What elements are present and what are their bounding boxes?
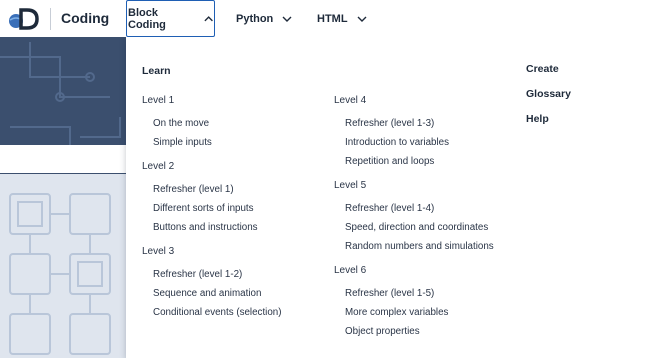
- nav-html[interactable]: HTML: [317, 0, 368, 37]
- create-link[interactable]: Create: [526, 63, 559, 75]
- menu-link[interactable]: Buttons and instructions: [153, 222, 258, 233]
- level-1-title: Level 1: [142, 95, 175, 106]
- menu-link[interactable]: Sequence and animation: [153, 288, 261, 299]
- level-4-title: Level 4: [334, 95, 367, 106]
- learn-heading: Learn: [142, 65, 171, 77]
- brand-title[interactable]: Coding: [61, 10, 109, 26]
- menu-link[interactable]: Refresher (level 1-2): [153, 269, 242, 280]
- chevron-down-icon: [357, 16, 367, 22]
- level-6-title: Level 6: [334, 265, 367, 276]
- menu-link[interactable]: Object properties: [345, 326, 420, 337]
- block-coding-dropdown: Learn Level 1 On the move Simple inputs …: [126, 37, 654, 358]
- header-divider: [50, 8, 51, 30]
- menu-link[interactable]: Simple inputs: [153, 137, 212, 148]
- glossary-link[interactable]: Glossary: [526, 88, 571, 100]
- discovery-globe-logo-icon[interactable]: [8, 8, 40, 30]
- menu-link[interactable]: Introduction to variables: [345, 137, 449, 148]
- nav-block-coding[interactable]: Block Coding: [126, 0, 215, 37]
- menu-link[interactable]: Refresher (level 1-4): [345, 203, 434, 214]
- menu-link[interactable]: Refresher (level 1-3): [345, 118, 434, 129]
- nav-block-coding-label: Block Coding: [128, 6, 166, 31]
- chevron-down-icon: [282, 16, 292, 22]
- menu-link[interactable]: Different sorts of inputs: [153, 203, 254, 214]
- chevron-up-icon: [204, 15, 213, 21]
- menu-link[interactable]: Speed, direction and coordinates: [345, 222, 488, 233]
- menu-link[interactable]: More complex variables: [345, 307, 448, 318]
- menu-link[interactable]: On the move: [153, 118, 209, 129]
- top-navigation-bar: Coding Block Coding Python HTML: [0, 0, 654, 37]
- menu-link[interactable]: Refresher (level 1-5): [345, 288, 434, 299]
- menu-link[interactable]: Random numbers and simulations: [345, 241, 494, 252]
- menu-link[interactable]: Refresher (level 1): [153, 184, 234, 195]
- nav-python[interactable]: Python: [236, 0, 293, 37]
- menu-link[interactable]: Repetition and loops: [345, 156, 434, 167]
- nav-html-label: HTML: [317, 12, 348, 25]
- hero-banner-gap: [0, 145, 126, 173]
- level-2-title: Level 2: [142, 161, 175, 172]
- nav-python-label: Python: [236, 12, 274, 25]
- level-5-title: Level 5: [334, 180, 367, 191]
- help-link[interactable]: Help: [526, 113, 549, 125]
- menu-link[interactable]: Conditional events (selection): [153, 307, 282, 318]
- level-3-title: Level 3: [142, 246, 175, 257]
